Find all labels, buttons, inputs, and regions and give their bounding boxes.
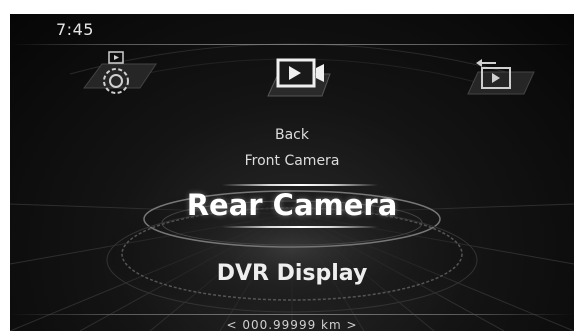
head-unit-screen: 7:45 Back Front Camera Rear Camera DVR D… (10, 14, 574, 331)
camera-mode-button[interactable] (260, 54, 334, 106)
camera-settings-button[interactable] (80, 50, 160, 104)
menu-item-front-camera[interactable]: Front Camera (10, 153, 574, 169)
menu-item-rear-camera[interactable]: Rear Camera (10, 188, 574, 222)
selection-bar-top (222, 184, 378, 186)
menu-item-back[interactable]: Back (10, 127, 574, 143)
camera-play-icon (267, 58, 331, 97)
menu-item-dvr-display[interactable]: DVR Display (10, 261, 574, 286)
clock: 7:45 (56, 20, 94, 39)
return-button[interactable] (464, 54, 538, 104)
selection-bar-bottom (222, 226, 378, 228)
footer-divider (10, 314, 574, 315)
odometer-readout: < 000.99999 km > (226, 318, 358, 331)
camera-settings-icon (83, 51, 157, 94)
return-play-icon (467, 59, 535, 95)
status-divider (10, 44, 574, 45)
